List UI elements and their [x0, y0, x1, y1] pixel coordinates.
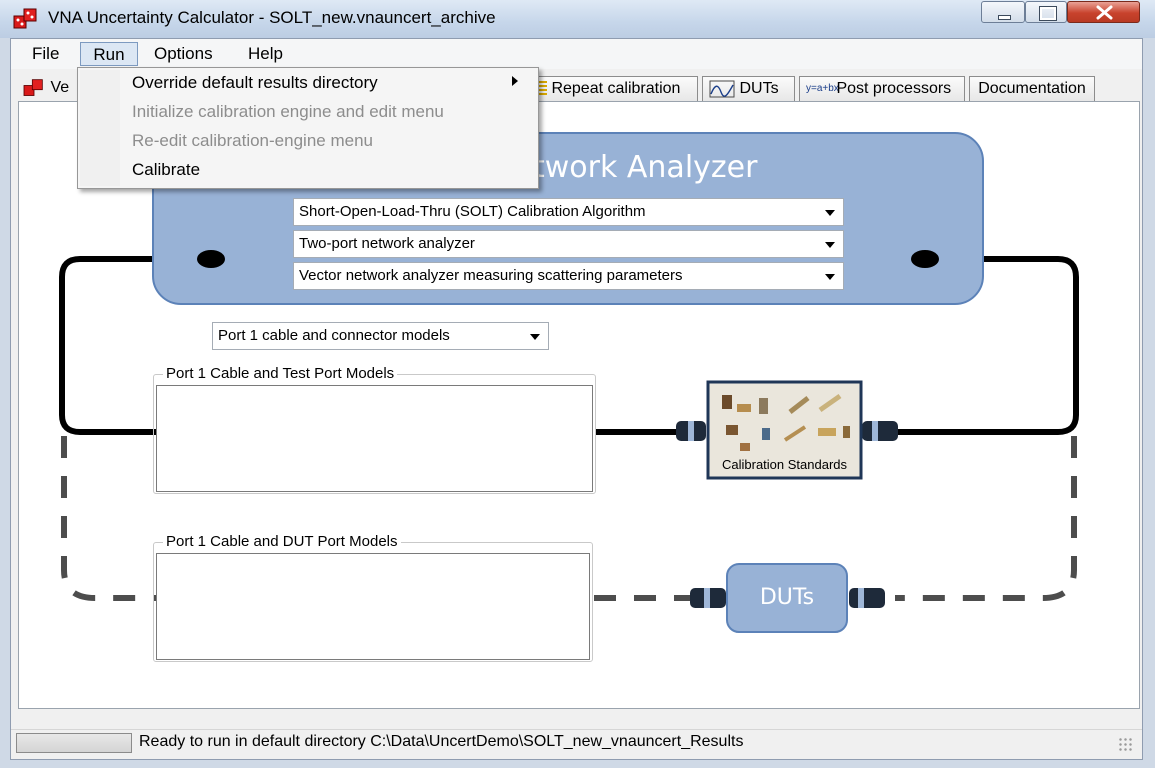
port1-dut-port-list[interactable]: [156, 553, 590, 660]
run-menu-separator-gutter: [80, 70, 120, 186]
port1-test-port-group-label: Port 1 Cable and Test Port Models: [163, 365, 398, 382]
port1-dashed-cable: [61, 436, 156, 601]
port1-dut-port-group-label: Port 1 Cable and DUT Port Models: [163, 533, 401, 550]
calibration-algorithm-select[interactable]: Short-Open-Load-Thru (SOLT) Calibration …: [293, 198, 844, 226]
submenu-arrow-icon: [512, 76, 518, 86]
port2-jack: [911, 250, 939, 268]
port1-models-value: Port 1 cable and connector models: [218, 327, 450, 344]
menu-item-initialize-calibration-engine[interactable]: Initialize calibration engine and edit m…: [132, 99, 444, 125]
port2-dashed-cable: [895, 436, 1077, 601]
chevron-down-icon: [825, 210, 835, 216]
menu-item-re-edit-calibration-engine[interactable]: Re-edit calibration-engine menu: [132, 128, 373, 154]
duts-label[interactable]: DUTs: [727, 585, 847, 610]
analyzer-ports-value: Two-port network analyzer: [299, 235, 475, 252]
calibration-algorithm-value: Short-Open-Load-Thru (SOLT) Calibration …: [299, 203, 646, 220]
resize-grip-icon[interactable]: [1118, 737, 1134, 753]
status-text: Ready to run in default directory C:\Dat…: [139, 733, 744, 750]
menu-item-calibrate[interactable]: Calibrate: [132, 157, 200, 183]
cal-standards-label: Calibration Standards: [721, 457, 848, 472]
chevron-down-icon: [825, 242, 835, 248]
port1-jack: [197, 250, 225, 268]
progress-bar: [16, 733, 132, 753]
analyzer-title: twork Analyzer: [533, 150, 758, 185]
port1-test-port-list[interactable]: [156, 385, 593, 492]
analyzer-ports-select[interactable]: Two-port network analyzer: [293, 230, 844, 258]
chevron-down-icon: [530, 334, 540, 340]
menu-item-override-results-directory[interactable]: Override default results directory: [132, 70, 378, 96]
analyzer-type-select[interactable]: Vector network analyzer measuring scatte…: [293, 262, 844, 290]
chevron-down-icon: [825, 274, 835, 280]
port1-models-select[interactable]: Port 1 cable and connector models: [212, 322, 549, 350]
analyzer-type-value: Vector network analyzer measuring scatte…: [299, 267, 683, 284]
